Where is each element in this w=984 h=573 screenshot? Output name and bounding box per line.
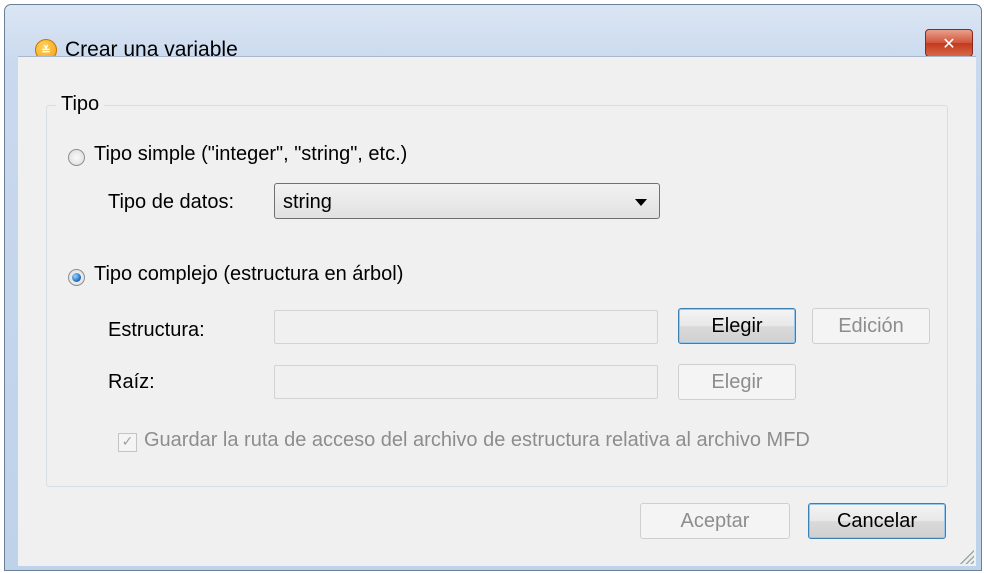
structure-field (274, 310, 658, 344)
cancel-button[interactable]: Cancelar (808, 503, 946, 539)
save-relative-path-label: Guardar la ruta de acceso del archivo de… (144, 429, 810, 451)
dropdown-arrow-icon[interactable] (635, 199, 647, 206)
root-label: Raíz: (108, 371, 155, 393)
type-group-legend: Tipo (56, 93, 105, 116)
root-field (274, 365, 658, 399)
dialog-body: Tipo Tipo simple ("integer", "string", e… (18, 56, 976, 566)
simple-type-radio[interactable] (68, 149, 85, 166)
structure-label: Estructura: (108, 319, 205, 341)
simple-type-label[interactable]: Tipo simple ("integer", "string", etc.) (94, 143, 407, 166)
checkmark-icon[interactable]: ✓ (118, 433, 137, 452)
data-type-select[interactable]: string (274, 183, 660, 219)
resize-grip-icon[interactable] (958, 548, 974, 564)
ok-button[interactable]: Aceptar (640, 503, 790, 539)
close-icon[interactable]: ✕ (925, 29, 973, 57)
data-type-label: Tipo de datos: (108, 191, 235, 213)
title-bar[interactable]: ≚ Crear una variable ✕ (5, 5, 981, 61)
structure-edit-button[interactable]: Edición (812, 308, 930, 344)
root-choose-button[interactable]: Elegir (678, 364, 796, 400)
structure-choose-button[interactable]: Elegir (678, 308, 796, 344)
data-type-value: string (283, 191, 332, 213)
complex-type-radio[interactable] (68, 269, 85, 286)
complex-type-label[interactable]: Tipo complejo (estructura en árbol) (94, 263, 403, 286)
